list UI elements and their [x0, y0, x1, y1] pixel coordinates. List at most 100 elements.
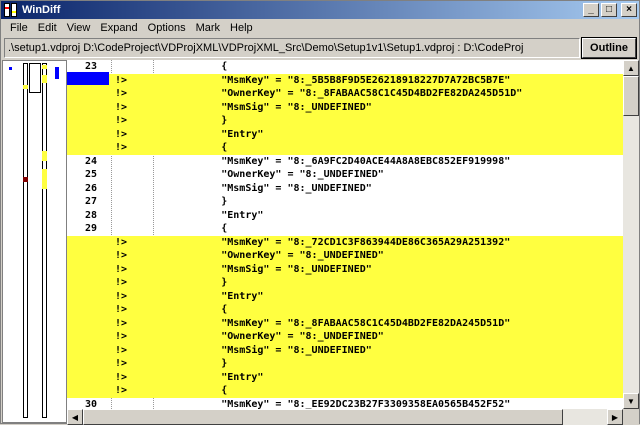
line-text: "MsmSig" = "8:_UNDEFINED" [149, 101, 372, 113]
line-text: { [149, 304, 228, 315]
horizontal-scrollbar[interactable]: ◀ ▶ [67, 409, 623, 425]
diff-line[interactable]: !> { [67, 303, 623, 317]
line-number: 30 [84, 398, 97, 410]
menu-options[interactable]: Options [143, 22, 191, 34]
menu-file[interactable]: File [5, 22, 33, 34]
diff-line[interactable]: !> } [67, 114, 623, 128]
minimize-button[interactable]: _ [583, 3, 599, 17]
diff-line[interactable]: !> "Entry" [67, 289, 623, 303]
diff-line[interactable]: 28 "Entry" [67, 209, 623, 223]
line-text: "MsmSig" = "8:_UNDEFINED" [149, 263, 372, 275]
overview-change-mark [42, 151, 47, 161]
scroll-down-button[interactable]: ▼ [623, 393, 639, 409]
outline-button[interactable]: Outline [582, 38, 636, 58]
line-text: "MsmKey" = "8:_6A9FC2D40ACE44A8A8EBC852E… [149, 155, 511, 167]
line-text: { [149, 61, 228, 72]
windiff-app-icon [4, 3, 18, 17]
minimize-icon: _ [588, 4, 594, 15]
close-button[interactable]: × [621, 3, 637, 17]
change-marker: !> [115, 358, 128, 369]
diff-line[interactable]: !> "Entry" [67, 370, 623, 384]
diff-line[interactable]: 27 } [67, 195, 623, 209]
diff-line[interactable]: 23 { [67, 60, 623, 74]
left-arrow-icon: ◀ [71, 412, 79, 422]
scroll-right-button[interactable]: ▶ [607, 409, 623, 425]
line-text: "MsmSig" = "8:_UNDEFINED" [149, 182, 372, 194]
menu-view[interactable]: View [62, 22, 96, 34]
line-text: { [149, 385, 228, 396]
line-text: } [149, 196, 228, 207]
vertical-scrollbar[interactable]: ▲ ▼ [623, 60, 639, 409]
change-marker: !> [115, 115, 128, 126]
line-text: "Entry" [149, 290, 264, 302]
menu-expand[interactable]: Expand [95, 22, 142, 34]
diff-line[interactable]: !> "OwnerKey" = "8:_UNDEFINED" [67, 330, 623, 344]
line-text: } [149, 115, 228, 126]
line-number: 29 [84, 223, 97, 234]
change-marker: !> [115, 250, 128, 261]
change-marker: !> [115, 331, 128, 342]
diff-line[interactable]: !> "Entry" [67, 127, 623, 141]
line-text: "OwnerKey" = "8:_UNDEFINED" [149, 250, 384, 261]
line-text: "OwnerKey" = "8:_UNDEFINED" [149, 331, 384, 342]
diff-line[interactable]: !> "OwnerKey" = "8:_8FABAAC58C1C45D4BD2F… [67, 87, 623, 101]
change-marker: !> [115, 236, 128, 248]
diff-line[interactable]: !> "MsmKey" = "8:_72CD1C3F863944DE86C365… [67, 235, 623, 249]
toolbar: .\setup1.vdproj D:\CodeProject\VDProjXML… [1, 37, 639, 59]
overview-change-mark [42, 65, 47, 69]
line-text: "MsmSig" = "8:_UNDEFINED" [149, 344, 372, 356]
diff-line[interactable]: !> "MsmSig" = "8:_UNDEFINED" [67, 262, 623, 276]
line-text: { [149, 142, 228, 153]
maximize-button[interactable]: □ [601, 3, 617, 17]
change-marker: !> [115, 74, 128, 86]
line-text: } [149, 277, 228, 288]
diff-line[interactable]: !> } [67, 357, 623, 371]
diff-line[interactable]: !> "MsmSig" = "8:_UNDEFINED" [67, 100, 623, 114]
overview-viewport-marker [9, 67, 12, 70]
change-marker: !> [115, 128, 128, 140]
scrollbar-corner [623, 409, 639, 425]
vertical-scroll-thumb[interactable] [623, 76, 639, 116]
right-arrow-icon: ▶ [611, 412, 619, 422]
diff-line[interactable]: 30 "MsmKey" = "8:_EE92DC23B27F3309358EA0… [67, 398, 623, 410]
change-marker: !> [115, 142, 128, 153]
diff-line[interactable]: !> { [67, 141, 623, 155]
change-marker: !> [115, 344, 128, 356]
diff-line[interactable]: !> "OwnerKey" = "8:_UNDEFINED" [67, 249, 623, 263]
file-path-display: .\setup1.vdproj D:\CodeProject\VDProjXML… [4, 38, 580, 58]
overview-change-mark [23, 85, 28, 89]
overview-top-block [29, 63, 41, 93]
line-text: "OwnerKey" = "8:_UNDEFINED" [149, 169, 384, 180]
title-bar[interactable]: WinDiff _ □ × [1, 1, 639, 19]
diff-line[interactable]: !> "MsmSig" = "8:_UNDEFINED" [67, 343, 623, 357]
menu-bar: File Edit View Expand Options Mark Help [1, 19, 639, 36]
diff-line[interactable]: 29 { [67, 222, 623, 236]
diff-line[interactable]: !> "MsmKey" = "8:_8FABAAC58C1C45D4BD2FE8… [67, 316, 623, 330]
line-text: "MsmKey" = "8:_EE92DC23B27F3309358EA0565… [149, 398, 511, 410]
line-text: } [149, 358, 228, 369]
line-text: "MsmKey" = "8:_72CD1C3F863944DE86C365A29… [149, 236, 511, 248]
horizontal-scroll-thumb[interactable] [83, 409, 563, 425]
diff-line[interactable]: !> } [67, 276, 623, 290]
menu-help[interactable]: Help [225, 22, 258, 34]
diff-line[interactable]: 26 "MsmSig" = "8:_UNDEFINED" [67, 182, 623, 196]
scroll-up-button[interactable]: ▲ [623, 60, 639, 76]
diff-line[interactable]: !> { [67, 384, 623, 398]
diff-content-pane[interactable]: 23 {!> "MsmKey" = "8:_5B5B8F9D5E26218918… [67, 60, 623, 409]
scroll-left-button[interactable]: ◀ [67, 409, 83, 425]
line-text: { [149, 223, 228, 234]
current-line-marker [67, 72, 109, 85]
change-marker: !> [115, 385, 128, 396]
window-title: WinDiff [22, 4, 61, 16]
diff-line[interactable]: !> "MsmKey" = "8:_5B5B8F9D5E26218918227D… [67, 73, 623, 87]
overview-deleted-mark [23, 177, 28, 182]
change-marker: !> [115, 277, 128, 288]
change-marker: !> [115, 371, 128, 383]
diff-line[interactable]: 24 "MsmKey" = "8:_6A9FC2D40ACE44A8A8EBC8… [67, 155, 623, 169]
overview-left-strip [23, 63, 28, 418]
diff-overview-bar[interactable] [2, 60, 67, 423]
diff-line[interactable]: 25 "OwnerKey" = "8:_UNDEFINED" [67, 168, 623, 182]
line-number: 28 [84, 209, 97, 221]
menu-edit[interactable]: Edit [33, 22, 62, 34]
menu-mark[interactable]: Mark [191, 22, 225, 34]
